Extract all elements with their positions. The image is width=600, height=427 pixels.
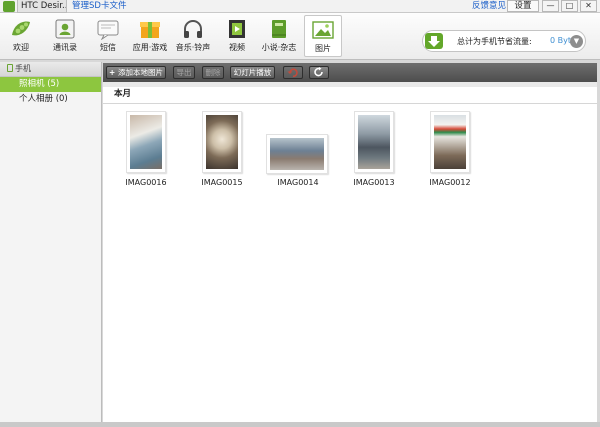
thumbnail[interactable]	[202, 111, 242, 173]
nav-sms[interactable]: 短信	[89, 15, 127, 57]
maximize-button[interactable]: □	[561, 0, 578, 12]
photo-item-imag0013[interactable]: IMAG0013	[339, 108, 409, 208]
nav-label: 短信	[100, 43, 116, 52]
nav-contacts[interactable]: 通讯录	[46, 15, 84, 57]
status-bar	[0, 422, 600, 427]
photo-item-imag0015[interactable]: IMAG0015	[187, 108, 257, 208]
nav-label: 视频	[229, 43, 245, 52]
thumbnail[interactable]	[354, 111, 394, 173]
photo-item-imag0016[interactable]: IMAG0016	[111, 108, 181, 208]
photo-name: IMAG0016	[125, 178, 167, 187]
action-bar: + 添加本地图片 导出 删除 幻灯片播放	[103, 63, 597, 82]
main-toolbar: 欢迎 通讯录 短信 应用·游戏 音乐·铃声 视频 小说·杂志 图片 总计为手机节…	[0, 13, 600, 60]
close-button[interactable]: ✕	[580, 0, 597, 12]
add-local-pictures-button[interactable]: + 添加本地图片	[106, 66, 166, 79]
nav-music-ringtones[interactable]: 音乐·铃声	[174, 15, 212, 57]
rotate-left-icon	[287, 68, 298, 78]
refresh-icon	[314, 67, 323, 77]
headphones-icon	[184, 20, 202, 38]
nav-video[interactable]: 视频	[218, 15, 256, 57]
app-box-icon	[140, 22, 160, 38]
nav-apps-games[interactable]: 应用·游戏	[131, 15, 169, 57]
thumbnail[interactable]	[266, 134, 328, 174]
traffic-saved-panel: 总计为手机节省流量: 0 Bytes ▼	[422, 30, 586, 52]
sms-icon	[97, 20, 119, 40]
photo-name: IMAG0012	[429, 178, 471, 187]
sidebar-header-label: 手机	[15, 64, 31, 73]
photo-item-imag0012[interactable]: IMAG0012	[415, 108, 485, 208]
thumbnail[interactable]	[126, 111, 166, 173]
title-bar: HTC Desir... 管理SD卡文件 反馈意见 设置 — □ ✕	[0, 0, 600, 13]
album-sidebar: 手机 照相机 (5) 个人相册 (0)	[0, 62, 102, 422]
nav-pictures[interactable]: 图片	[304, 15, 342, 57]
pea-pod-icon	[12, 21, 30, 36]
photo-item-imag0014[interactable]: IMAG0014	[263, 108, 333, 208]
thumbnail[interactable]	[430, 111, 470, 173]
add-local-label: 添加本地图片	[117, 68, 163, 77]
nav-welcome[interactable]: 欢迎	[2, 15, 40, 57]
photo-name: IMAG0014	[277, 178, 319, 187]
plus-icon: +	[109, 68, 118, 77]
manage-sd-card-link[interactable]: 管理SD卡文件	[72, 0, 126, 12]
group-header: 本月	[103, 82, 597, 104]
chevron-down-icon[interactable]: ▼	[570, 35, 583, 48]
nav-label: 小说·杂志	[261, 43, 297, 52]
book-icon	[272, 20, 286, 38]
slideshow-button[interactable]: 幻灯片播放	[230, 66, 275, 79]
contacts-icon	[55, 19, 75, 39]
settings-button[interactable]: 设置	[507, 0, 539, 12]
picture-icon	[312, 21, 334, 39]
minimize-button[interactable]: —	[542, 0, 559, 12]
delete-button[interactable]: 删除	[202, 66, 224, 79]
photo-name: IMAG0015	[201, 178, 243, 187]
nav-label: 欢迎	[13, 43, 29, 52]
export-button[interactable]: 导出	[173, 66, 195, 79]
app-logo-icon	[3, 1, 15, 12]
nav-label: 应用·游戏	[132, 43, 168, 52]
sidebar-header[interactable]: 手机	[0, 62, 101, 77]
rotate-cw-button[interactable]	[309, 66, 329, 79]
photo-name: IMAG0013	[353, 178, 395, 187]
sidebar-item-camera[interactable]: 照相机 (5)	[0, 77, 101, 92]
device-tab[interactable]: HTC Desir...	[17, 0, 67, 13]
sidebar-item-personal-album[interactable]: 个人相册 (0)	[0, 92, 101, 107]
phone-icon	[7, 64, 13, 72]
nav-label: 音乐·铃声	[175, 43, 211, 52]
film-icon	[229, 20, 245, 38]
nav-label: 通讯录	[53, 43, 77, 52]
traffic-label: 总计为手机节省流量:	[457, 37, 532, 46]
picture-grid: 本月 IMAG0016 IMAG0015 IMAG0014 IMAG0013 I…	[103, 82, 597, 422]
nav-label: 图片	[315, 44, 331, 53]
rotate-ccw-button[interactable]	[283, 66, 303, 79]
feedback-link[interactable]: 反馈意见	[472, 0, 506, 12]
nav-novels-magazines[interactable]: 小说·杂志	[260, 15, 298, 57]
download-arrow-icon	[425, 33, 443, 49]
